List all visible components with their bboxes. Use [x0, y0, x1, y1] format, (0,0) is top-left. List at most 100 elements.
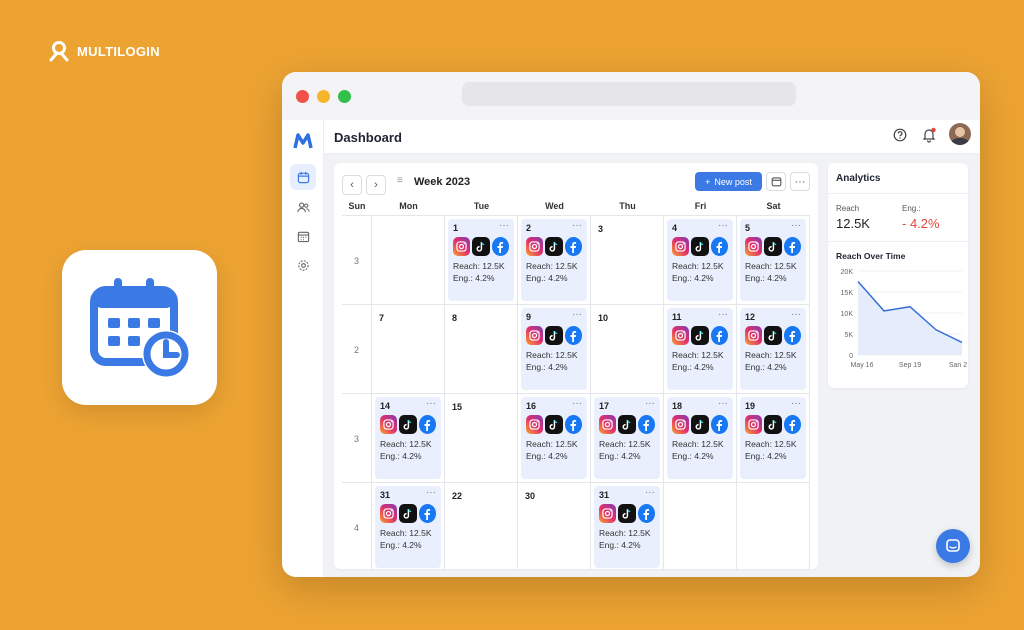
post-card[interactable]: 4 ··· Reach: 12.5K Eng.: 4.2%: [667, 219, 733, 301]
gear-icon: [297, 259, 309, 271]
more-horizontal-icon[interactable]: ···: [572, 398, 582, 409]
post-card[interactable]: 31 ··· Reach: 12.5K Eng.: 4.2%: [594, 486, 660, 568]
sidebar-item-calendar[interactable]: [290, 164, 316, 190]
more-horizontal-icon[interactable]: ···: [572, 220, 582, 231]
plus-icon: +: [705, 176, 711, 187]
calendar-day-cell[interactable]: 2 ··· Reach: 12.5K Eng.: 4.2%: [518, 216, 591, 304]
post-card[interactable]: 31 ··· Reach: 12.5K Eng.: 4.2%: [375, 486, 441, 568]
help-icon[interactable]: [893, 128, 907, 142]
more-horizontal-icon[interactable]: ···: [572, 309, 582, 320]
close-window-button[interactable]: [296, 90, 309, 103]
maximize-window-button[interactable]: [338, 90, 351, 103]
calendar-day-cell[interactable]: 31 ··· Reach: 12.5K Eng.: 4.2%: [591, 483, 664, 569]
address-bar[interactable]: [462, 82, 796, 106]
more-horizontal-icon[interactable]: ···: [791, 220, 801, 231]
post-card[interactable]: 9 ··· Reach: 12.5K Eng.: 4.2%: [521, 308, 587, 390]
calendar-day-cell[interactable]: 9 ··· Reach: 12.5K Eng.: 4.2%: [518, 305, 591, 393]
calendar-day-cell[interactable]: 30: [518, 483, 591, 569]
more-horizontal-icon[interactable]: ···: [718, 398, 728, 409]
more-horizontal-icon[interactable]: ···: [645, 487, 655, 498]
chat-button[interactable]: [936, 529, 970, 563]
post-stats: Reach: 12.5K Eng.: 4.2%: [745, 260, 801, 284]
next-week-button[interactable]: ›: [366, 175, 386, 195]
post-card[interactable]: 2 ··· Reach: 12.5K Eng.: 4.2%: [521, 219, 587, 301]
calendar-day-cell[interactable]: [737, 483, 810, 569]
platform-icons: [599, 504, 655, 523]
calendar-day-cell[interactable]: 4 ··· Reach: 12.5K Eng.: 4.2%: [664, 216, 737, 304]
day-number: 15: [452, 402, 463, 412]
calendar-day-cell[interactable]: 15: [445, 394, 518, 482]
calendar-day-cell[interactable]: 10: [591, 305, 664, 393]
more-horizontal-icon[interactable]: ···: [791, 398, 801, 409]
app-window: Dashboard ‹ › ≡ Week 2023 + New post ··· …: [282, 72, 980, 577]
post-card[interactable]: 5 ··· Reach: 12.5K Eng.: 4.2%: [740, 219, 806, 301]
avatar[interactable]: [949, 123, 971, 145]
platform-icons: [745, 415, 801, 434]
reach-stat: Reach: 12.5K: [672, 261, 724, 271]
calendar-picker-button[interactable]: [766, 172, 786, 191]
calendar-week-row: 4 31 ··· Reach: 12.5K Eng.: 4.2% 22 30 31…: [342, 482, 810, 569]
more-horizontal-icon[interactable]: ···: [426, 487, 436, 498]
more-horizontal-icon[interactable]: ···: [718, 309, 728, 320]
new-post-button[interactable]: + New post: [695, 172, 762, 191]
tiktok-icon: [545, 326, 563, 345]
calendar-day-cell[interactable]: 16 ··· Reach: 12.5K Eng.: 4.2%: [518, 394, 591, 482]
day-header: Mon: [399, 201, 418, 211]
day-number: [375, 219, 441, 229]
post-card[interactable]: 11 ··· Reach: 12.5K Eng.: 4.2%: [667, 308, 733, 390]
notification-bell-icon[interactable]: [921, 127, 937, 143]
post-card[interactable]: 16 ··· Reach: 12.5K Eng.: 4.2%: [521, 397, 587, 479]
sidebar-item-settings[interactable]: [290, 252, 316, 278]
tiktok-icon: [691, 237, 709, 256]
app-logo-icon[interactable]: [290, 128, 316, 154]
post-card[interactable]: 14 ··· Reach: 12.5K Eng.: 4.2%: [375, 397, 441, 479]
more-horizontal-icon[interactable]: ···: [645, 398, 655, 409]
more-horizontal-icon[interactable]: ···: [499, 220, 509, 231]
y-tick-label: 10K: [841, 311, 854, 318]
more-options-button[interactable]: ···: [790, 172, 810, 191]
calendar-day-cell[interactable]: [664, 483, 737, 569]
calendar-day-cell[interactable]: 22: [445, 483, 518, 569]
calendar-day-cell[interactable]: 1 ··· Reach: 12.5K Eng.: 4.2%: [445, 216, 518, 304]
day-header: Wed: [545, 201, 564, 211]
calendar-day-cell[interactable]: 11 ··· Reach: 12.5K Eng.: 4.2%: [664, 305, 737, 393]
facebook-icon: [564, 237, 582, 256]
calendar-day-cell[interactable]: 5 ··· Reach: 12.5K Eng.: 4.2%: [737, 216, 810, 304]
chevron-right-icon: ›: [374, 179, 378, 191]
tiktok-icon: [545, 415, 563, 434]
reach-stat: Reach: 12.5K: [745, 350, 797, 360]
calendar-day-cell[interactable]: 3: [591, 216, 664, 304]
calendar-day-cell[interactable]: 7: [372, 305, 445, 393]
calendar-day-cell[interactable]: [372, 216, 445, 304]
day-number: 22: [452, 491, 463, 501]
platform-icons: [745, 237, 801, 256]
divider: [828, 193, 968, 194]
post-card[interactable]: 1 ··· Reach: 12.5K Eng.: 4.2%: [448, 219, 514, 301]
more-horizontal-icon[interactable]: ···: [718, 220, 728, 231]
post-card[interactable]: 17 ··· Reach: 12.5K Eng.: 4.2%: [594, 397, 660, 479]
calendar-day-cell[interactable]: 17 ··· Reach: 12.5K Eng.: 4.2%: [591, 394, 664, 482]
post-card[interactable]: 19 ··· Reach: 12.5K Eng.: 4.2%: [740, 397, 806, 479]
calendar-day-cell[interactable]: 8: [445, 305, 518, 393]
calendar-day-cell[interactable]: 12 ··· Reach: 12.5K Eng.: 4.2%: [737, 305, 810, 393]
calendar-day-cell[interactable]: 19 ··· Reach: 12.5K Eng.: 4.2%: [737, 394, 810, 482]
calendar-icon: [771, 177, 781, 187]
minimize-window-button[interactable]: [317, 90, 330, 103]
calendar-day-cell[interactable]: 31 ··· Reach: 12.5K Eng.: 4.2%: [372, 483, 445, 569]
facebook-icon: [783, 237, 801, 256]
reach-value: 12.5K: [836, 216, 870, 231]
post-card[interactable]: 18 ··· Reach: 12.5K Eng.: 4.2%: [667, 397, 733, 479]
more-horizontal-icon[interactable]: ···: [791, 309, 801, 320]
sidebar-item-users[interactable]: [290, 194, 316, 220]
more-horizontal-icon[interactable]: ···: [426, 398, 436, 409]
calendar-day-cell[interactable]: 14 ··· Reach: 12.5K Eng.: 4.2%: [372, 394, 445, 482]
post-card[interactable]: 12 ··· Reach: 12.5K Eng.: 4.2%: [740, 308, 806, 390]
tiktok-icon: [764, 237, 782, 256]
facebook-icon: [710, 415, 728, 434]
calendar-icon: [297, 171, 309, 183]
prev-week-button[interactable]: ‹: [342, 175, 362, 195]
day-number: 8: [452, 313, 458, 323]
calendar-day-cell[interactable]: 18 ··· Reach: 12.5K Eng.: 4.2%: [664, 394, 737, 482]
sidebar-item-schedule[interactable]: [290, 223, 316, 249]
reach-stat: Reach: 12.5K: [599, 439, 651, 449]
